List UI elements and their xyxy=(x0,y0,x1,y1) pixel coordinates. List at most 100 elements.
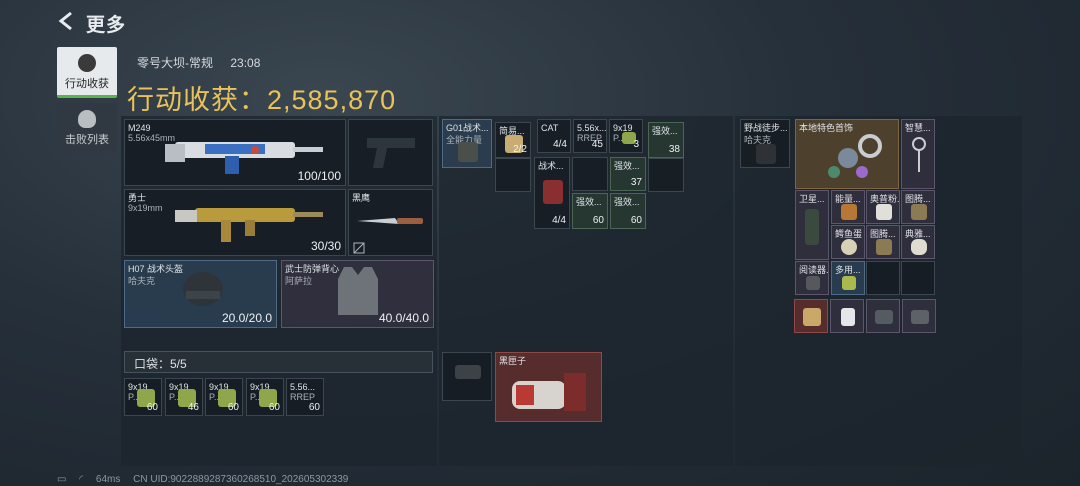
rig-item[interactable]: 强效... 38 xyxy=(648,122,684,158)
vest-maker: 阿萨拉 xyxy=(285,276,313,286)
vest-icon xyxy=(338,267,378,315)
map-name: 零号大坝-常规 xyxy=(137,56,213,70)
rig-item[interactable]: 强效... 37 xyxy=(610,157,646,191)
melee-slot[interactable]: 黑鹰 xyxy=(348,189,433,256)
item-name: 图腾... xyxy=(870,229,896,239)
card-icon xyxy=(841,308,855,326)
rig-item[interactable]: 强效... 60 xyxy=(572,193,608,229)
tab-kills[interactable]: 击败列表 xyxy=(57,103,117,151)
rig-slot-empty[interactable] xyxy=(495,158,531,192)
weapon-ammo: 9x19mm xyxy=(128,203,163,213)
weapon-name: 勇士 xyxy=(128,193,147,203)
energy-bar-icon xyxy=(841,204,857,220)
backpack-item[interactable]: 图腾... xyxy=(866,225,900,259)
user-uid: CN UID:9022889287360268510_202605302339 xyxy=(133,474,349,485)
item-name: 图腾... xyxy=(905,194,931,204)
backpack-item[interactable]: 本地特色首饰 xyxy=(795,119,899,189)
helmet-name: H07 战术头盔 xyxy=(128,264,184,274)
knife-icon xyxy=(357,218,423,224)
secondary-weapon-slot[interactable]: 勇士 9x19mm 30/30 xyxy=(124,189,346,256)
vest-durability: 40.0/40.0 xyxy=(378,311,429,325)
vest-slot[interactable]: 武士防弹背心 阿萨拉 40.0/40.0 xyxy=(281,260,434,328)
rig-item[interactable]: 强效... 60 xyxy=(610,193,646,229)
backpack-item[interactable]: 鳄鱼蛋 xyxy=(831,225,865,259)
rig-item[interactable]: 5.56x... RREP 45 xyxy=(573,119,607,153)
case-slot-empty[interactable] xyxy=(442,352,492,401)
item-count: 60 xyxy=(592,215,604,226)
rig-slot-empty[interactable] xyxy=(648,158,684,192)
battery-icon: ▭ xyxy=(57,474,67,485)
satellite-phone-icon xyxy=(805,209,819,245)
backpack-item[interactable]: 卫星... xyxy=(795,190,829,260)
loot-value: 行动收获：2,585,870 xyxy=(127,85,397,115)
sidearm-slot-empty[interactable] xyxy=(348,119,433,186)
match-time: 23:08 xyxy=(230,56,261,70)
device-icon xyxy=(875,310,893,324)
melee-name: 黑鹰 xyxy=(352,193,371,203)
page-title: 更多 xyxy=(86,15,127,36)
rig-item[interactable]: 简易... 2/2 xyxy=(495,122,531,158)
durability: 30/30 xyxy=(310,239,341,253)
item-count: 60 xyxy=(630,215,642,226)
safe-case-slot[interactable]: 黑匣子 xyxy=(495,352,602,422)
teacup-icon xyxy=(911,239,927,255)
backpack-slot[interactable]: 野战徒步... 哈夫克 xyxy=(740,119,790,168)
tab-kills-label: 击败列表 xyxy=(65,134,109,146)
item-sub: RREP xyxy=(290,392,316,402)
unbindable-icon xyxy=(353,242,365,254)
backpack-item[interactable]: 多用... xyxy=(831,261,865,295)
item-name: 阅读器... xyxy=(799,265,829,275)
rig-slot-empty[interactable] xyxy=(572,157,608,191)
tab-loot-label: 行动收获 xyxy=(65,78,109,90)
item-count: 60 xyxy=(308,402,320,413)
lower-item[interactable] xyxy=(794,299,828,333)
item-count: 60 xyxy=(227,402,239,413)
totem-icon xyxy=(876,239,892,255)
pocket-item[interactable]: 9x19 P... 60 xyxy=(124,378,162,416)
backpack-item[interactable]: 智慧... xyxy=(901,119,935,189)
backpack-slot-empty[interactable] xyxy=(901,261,935,295)
primary-weapon-slot[interactable]: M249 5.56x45mm 100/100 xyxy=(124,119,346,186)
wifi-icon: ◜ xyxy=(79,474,84,485)
backpack-item[interactable]: 典雅... xyxy=(901,225,935,259)
item-count: 3 xyxy=(633,139,639,150)
rig-item[interactable]: 战术... 4/4 xyxy=(534,157,570,229)
back-button[interactable] xyxy=(56,10,78,32)
pocket-item[interactable]: 5.56... RREP 60 xyxy=(286,378,324,416)
pocket-item[interactable]: 9x19 P... 46 xyxy=(165,378,203,416)
rig-slot[interactable]: G01战术... 全能力量 xyxy=(442,119,492,168)
lower-item[interactable] xyxy=(902,299,936,333)
pocket-item[interactable]: 9x19 P... 60 xyxy=(205,378,243,416)
item-name: 多用... xyxy=(835,265,861,275)
durability: 100/100 xyxy=(297,169,341,183)
rig-item[interactable]: 9x19 P... 3 xyxy=(609,119,643,153)
rig-item[interactable]: CAT 4/4 xyxy=(537,119,571,153)
item-name: 战术... xyxy=(538,161,564,171)
status-bar: ▭ ◜ 64ms CN UID:9022889287360268510_2026… xyxy=(57,474,358,485)
item-name: 5.56x... xyxy=(577,123,607,133)
medkit-icon xyxy=(543,180,563,204)
vest-name: 武士防弹背心 xyxy=(285,264,340,274)
helmet-slot[interactable]: H07 战术头盔 哈夫克 20.0/20.0 xyxy=(124,260,277,328)
backpack-item[interactable]: 能量... xyxy=(831,190,865,224)
loot-icon xyxy=(78,54,96,72)
pocket-header: 口袋：5/5 xyxy=(124,351,433,373)
item-count: 4/4 xyxy=(553,139,567,150)
item-count: 60 xyxy=(268,402,280,413)
tab-loot[interactable]: 行动收获 xyxy=(57,47,117,98)
backpack-item[interactable]: 奥普粉... xyxy=(866,190,900,224)
lower-item[interactable] xyxy=(866,299,900,333)
item-count: 38 xyxy=(668,144,680,155)
pocket-item[interactable]: 9x19 P... 60 xyxy=(246,378,284,416)
lower-item[interactable] xyxy=(830,299,864,333)
backpack-name: 野战徒步... xyxy=(744,123,788,133)
jewelry-icon xyxy=(828,134,882,178)
case-name: 黑匣子 xyxy=(499,356,527,366)
weapon-name: M249 xyxy=(128,123,151,133)
item-count: 2/2 xyxy=(513,144,527,155)
backpack-item[interactable]: 阅读器... xyxy=(795,261,829,295)
case-placeholder-icon xyxy=(455,365,481,379)
item-name: 鳄鱼蛋 xyxy=(835,229,863,239)
backpack-slot-empty[interactable] xyxy=(866,261,900,295)
backpack-item[interactable]: 图腾... xyxy=(901,190,935,224)
